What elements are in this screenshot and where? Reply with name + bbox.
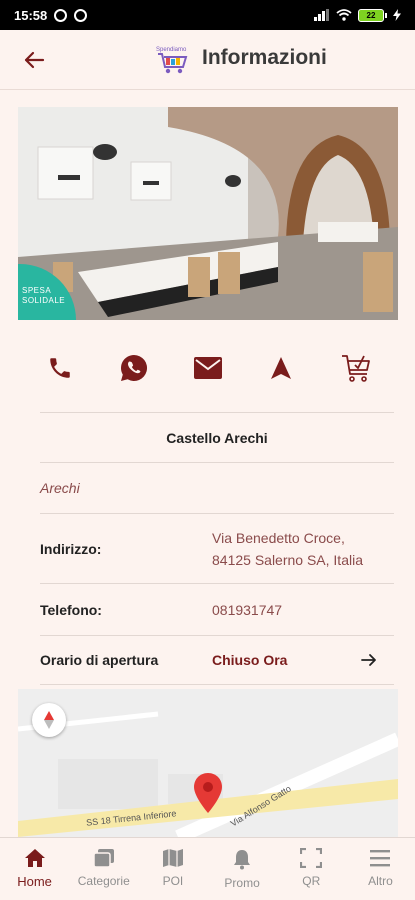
phone-row[interactable]: Telefono: 081931747 bbox=[40, 583, 394, 635]
nav-more[interactable]: Altro bbox=[346, 838, 415, 900]
menu-icon bbox=[370, 850, 391, 867]
categories-icon bbox=[93, 849, 114, 868]
phone-label: Telefono: bbox=[40, 601, 102, 618]
app-bar: Spendiamo Informazioni bbox=[0, 30, 415, 90]
notification-icon-2 bbox=[74, 8, 88, 22]
email-icon bbox=[194, 357, 222, 379]
phone-value: 081931747 bbox=[212, 601, 283, 618]
nav-promo[interactable]: Promo bbox=[208, 838, 277, 900]
nav-categories[interactable]: Categorie bbox=[69, 838, 138, 900]
place-info: Castello Arechi Arechi Indirizzo: Via Be… bbox=[40, 412, 394, 685]
map-icon bbox=[162, 849, 183, 867]
phone-icon bbox=[50, 358, 70, 378]
hours-label: Orario di apertura bbox=[40, 652, 159, 668]
bell-icon bbox=[234, 850, 251, 870]
qr-scan-icon bbox=[300, 848, 323, 868]
place-name: Castello Arechi bbox=[40, 412, 394, 462]
email-button[interactable] bbox=[185, 345, 231, 391]
address-value: Via Benedetto Croce, 84125 Salerno SA, I… bbox=[212, 529, 363, 568]
charging-icon bbox=[393, 9, 401, 21]
signal-icon bbox=[314, 9, 329, 21]
wifi-icon bbox=[336, 9, 352, 21]
arrow-right-icon bbox=[361, 654, 376, 666]
address-label: Indirizzo: bbox=[40, 540, 102, 557]
svg-text:Spendiamo: Spendiamo bbox=[156, 47, 187, 53]
navigate-button[interactable] bbox=[258, 345, 304, 391]
action-bar bbox=[0, 345, 415, 391]
place-city: Arechi bbox=[40, 462, 394, 513]
whatsapp-icon bbox=[121, 354, 148, 381]
status-bar: 15:58 22 bbox=[0, 0, 415, 30]
call-button[interactable] bbox=[37, 345, 83, 391]
navigation-icon bbox=[271, 357, 291, 379]
map-pin-icon bbox=[194, 773, 222, 813]
whatsapp-button[interactable] bbox=[111, 345, 157, 391]
map-view[interactable]: SS 18 Tirrena Inferiore Via Alfonso Gatt… bbox=[18, 689, 398, 837]
app-logo: Spendiamo bbox=[155, 44, 191, 76]
status-time: 15:58 bbox=[14, 7, 48, 23]
nav-home[interactable]: Home bbox=[0, 838, 69, 900]
nav-poi[interactable]: POI bbox=[138, 838, 207, 900]
cart-button[interactable] bbox=[333, 345, 379, 391]
hours-status: Chiuso Ora bbox=[212, 652, 288, 668]
compass-icon bbox=[44, 711, 54, 729]
place-photo: SPESA SOLIDALE bbox=[18, 107, 398, 320]
battery-icon: 22 bbox=[358, 8, 387, 22]
home-icon bbox=[24, 849, 45, 867]
nav-qr[interactable]: QR bbox=[277, 838, 346, 900]
shopping-cart-icon bbox=[342, 355, 370, 382]
opening-hours-row[interactable]: Orario di apertura Chiuso Ora bbox=[40, 635, 394, 685]
arrow-left-icon bbox=[24, 51, 45, 69]
notification-icon bbox=[54, 8, 68, 22]
bottom-navigation: Home Categorie POI Promo QR Altro bbox=[0, 837, 415, 900]
compass-button[interactable] bbox=[32, 703, 66, 737]
address-row[interactable]: Indirizzo: Via Benedetto Croce, 84125 Sa… bbox=[40, 513, 394, 583]
back-button[interactable] bbox=[20, 46, 48, 74]
page-title: Informazioni bbox=[202, 46, 327, 69]
